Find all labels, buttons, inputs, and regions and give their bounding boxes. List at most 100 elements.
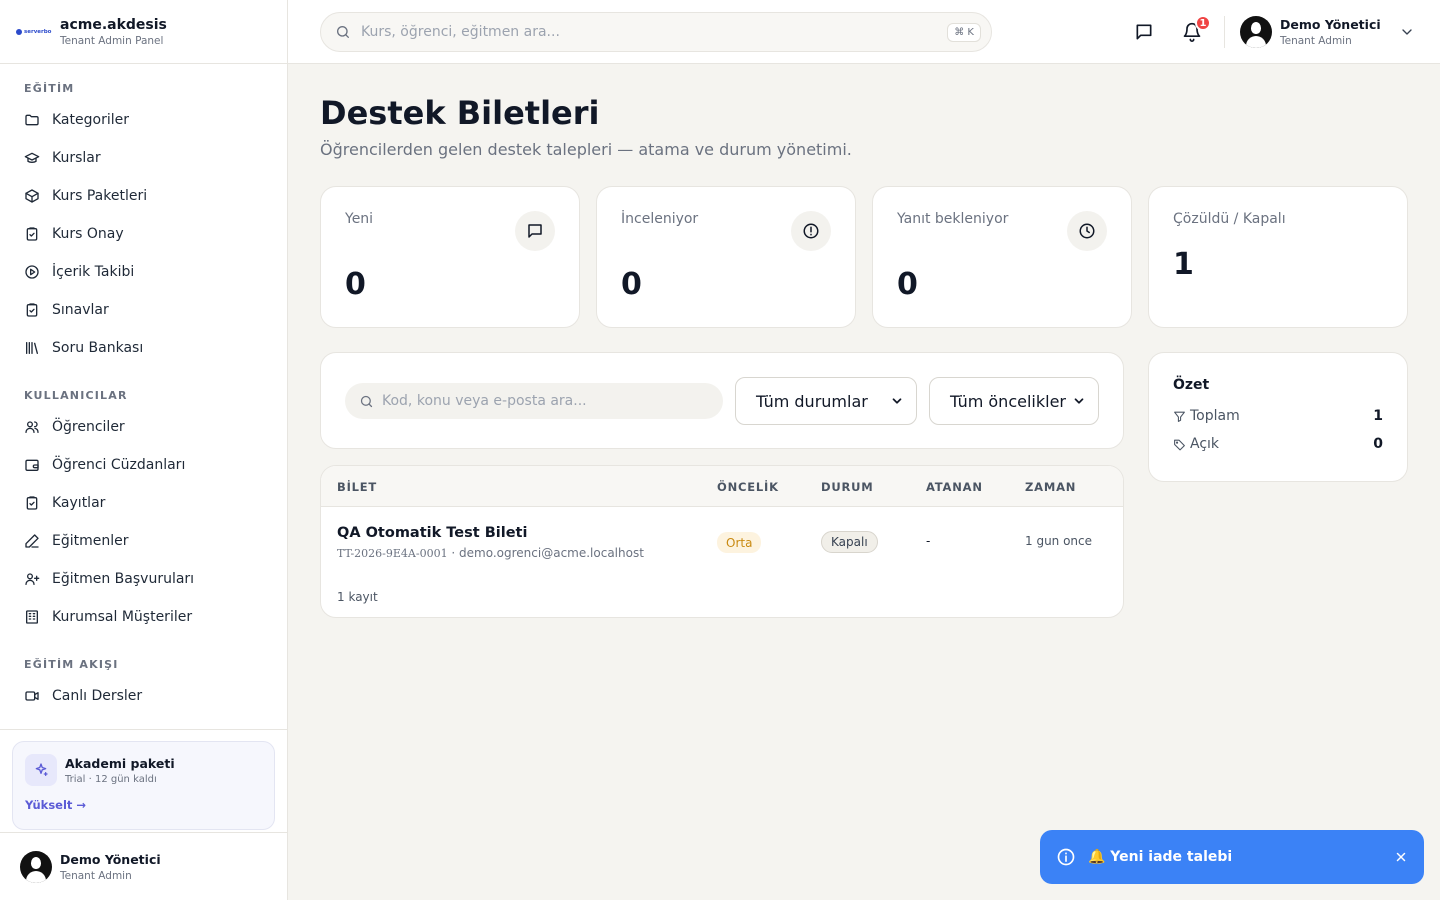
logo-mark — [16, 28, 22, 35]
sidebar-item-label: Öğrenci Cüzdanları — [52, 457, 186, 473]
sidebar: serverbo acme.akdesis Tenant Admin Panel… — [0, 0, 288, 900]
ticket-title[interactable]: QA Otomatik Test Bileti — [337, 525, 527, 541]
summary-label: Toplam — [1190, 408, 1240, 424]
status-badge: Kapalı — [821, 531, 878, 553]
user-name: Demo Yönetici — [60, 851, 161, 867]
topbar: Kurs, öğrenci, eğitmen ara... ⌘ K 1 Demo… — [288, 0, 1440, 64]
divider — [0, 729, 287, 730]
notification-toast: 🔔 Yeni iade talebi — [1040, 830, 1424, 884]
stat-card-resolved: Çözüldü / Kapalı 1 — [1148, 186, 1408, 328]
ticket-email: demo.ogrenci@acme.localhost — [459, 546, 644, 560]
stat-value: 0 — [621, 267, 642, 302]
filters-card: Kod, konu veya e-posta ara... Tüm duruml… — [320, 352, 1124, 449]
alert-circle-icon — [791, 211, 831, 251]
video-icon — [24, 688, 40, 704]
summary-card: Özet Toplam 1 Açık 0 — [1148, 352, 1408, 482]
messages-button[interactable] — [1132, 20, 1156, 44]
filter-icon — [1173, 410, 1186, 423]
sidebar-item-kategoriler[interactable]: Kategoriler — [12, 101, 275, 139]
summary-title: Özet — [1173, 377, 1210, 393]
notification-badge: 1 — [1195, 15, 1211, 31]
ticket-meta: TT-2026-9E4A-0001 · demo.ogrenci@acme.lo… — [337, 546, 644, 560]
wallet-icon — [24, 457, 40, 473]
brand: serverbo acme.akdesis Tenant Admin Panel — [0, 0, 287, 64]
message-square-icon — [515, 211, 555, 251]
user-menu[interactable]: Demo Yönetici Tenant Admin — [1240, 16, 1415, 48]
sidebar-item-label: Soru Bankası — [52, 340, 144, 356]
column-header: BİLET — [337, 480, 378, 494]
priority-select[interactable]: Tüm öncelikler — [929, 377, 1099, 425]
sidebar-item-sinavlar[interactable]: Sınavlar — [12, 291, 275, 329]
global-search[interactable]: Kurs, öğrenci, eğitmen ara... ⌘ K — [320, 12, 992, 52]
ticket-code: TT-2026-9E4A-0001 — [337, 547, 448, 560]
play-circle-icon — [24, 264, 40, 280]
notifications-button[interactable]: 1 — [1180, 15, 1211, 44]
sidebar-item-kayitlar[interactable]: Kayıtlar — [12, 484, 275, 522]
message-square-icon — [1134, 22, 1154, 42]
stat-card-awaiting: Yanıt bekleniyor 0 — [872, 186, 1132, 328]
stat-label: Çözüldü / Kapalı — [1173, 211, 1286, 227]
sidebar-item-kurs-paketleri[interactable]: Kurs Paketleri — [12, 177, 275, 215]
sidebar-item-icerik-takibi[interactable]: İçerik Takibi — [12, 253, 275, 291]
sidebar-item-ogrenciler[interactable]: Öğrenciler — [12, 408, 275, 446]
shortcut-hint: ⌘ K — [947, 22, 981, 42]
folder-icon — [24, 112, 40, 128]
summary-value: 0 — [1373, 436, 1383, 452]
clipboard-check-icon — [24, 302, 40, 318]
user-name: Demo Yönetici — [1280, 17, 1381, 32]
sidebar-item-kurumsal-musteriler[interactable]: Kurumsal Müşteriler — [12, 598, 275, 636]
page-title: Destek Biletleri — [320, 94, 600, 132]
tag-icon — [1173, 438, 1186, 451]
sidebar-item-label: Öğrenciler — [52, 419, 125, 435]
info-icon — [1056, 847, 1076, 867]
record-count: 1 kayıt — [337, 590, 378, 604]
avatar — [20, 850, 52, 883]
sidebar-item-label: Kurs Onay — [52, 226, 124, 242]
status-select[interactable]: Tüm durumlar — [735, 377, 917, 425]
logo-text: serverbo — [24, 28, 52, 35]
upgrade-link[interactable]: Yükselt → — [25, 798, 262, 812]
divider — [1224, 16, 1225, 48]
graduation-cap-icon — [24, 150, 40, 166]
sidebar-item-soru-bankasi[interactable]: Soru Bankası — [12, 329, 275, 367]
search-icon — [335, 24, 351, 40]
sidebar-item-canli-dersler[interactable]: Canlı Dersler — [12, 677, 275, 715]
stat-value: 1 — [1173, 247, 1194, 282]
sidebar-user[interactable]: Demo Yönetici Tenant Admin — [0, 832, 287, 900]
stat-card-in-review: İnceleniyor 0 — [596, 186, 856, 328]
nav-section-kullanicilar: KULLANICILAR — [24, 389, 128, 402]
users-icon — [24, 419, 40, 435]
sidebar-item-egitmenler[interactable]: Eğitmenler — [12, 522, 275, 560]
avatar — [1240, 16, 1272, 48]
sidebar-item-kurs-onay[interactable]: Kurs Onay — [12, 215, 275, 253]
sidebar-nav: EĞİTİM Kategoriler Kurslar Kurs Paketler… — [0, 64, 287, 729]
sidebar-item-label: İçerik Takibi — [52, 264, 135, 280]
tickets-table: BİLET ÖNCELİK DURUM ATANAN ZAMAN QA Otom… — [320, 465, 1124, 618]
ticket-search[interactable]: Kod, konu veya e-posta ara... — [345, 383, 723, 419]
close-icon[interactable] — [1394, 850, 1408, 864]
stat-value: 0 — [897, 267, 918, 302]
sidebar-item-label: Kurslar — [52, 150, 101, 166]
chevron-down-icon — [1399, 24, 1415, 40]
sidebar-item-kurslar[interactable]: Kurslar — [12, 139, 275, 177]
column-header: ATANAN — [926, 480, 983, 494]
user-plus-icon — [24, 571, 40, 587]
summary-label: Açık — [1190, 436, 1220, 452]
sidebar-item-label: Eğitmenler — [52, 533, 129, 549]
nav-section-egitim: EĞİTİM — [24, 82, 75, 95]
search-input[interactable]: Kurs, öğrenci, eğitmen ara... — [361, 24, 947, 40]
summary-value: 1 — [1373, 408, 1383, 424]
sidebar-item-label: Kurs Paketleri — [52, 188, 148, 204]
tenant-name: acme.akdesis — [60, 16, 167, 33]
table-header: BİLET ÖNCELİK DURUM ATANAN ZAMAN — [321, 466, 1123, 507]
plan-title: Akademi paketi — [65, 755, 175, 771]
clipboard-check-icon — [24, 495, 40, 511]
plan-card: Akademi paketi Trial · 12 gün kaldı Yüks… — [12, 741, 275, 830]
ticket-time: 1 gun once — [1025, 534, 1093, 548]
ticket-assignee: - — [926, 534, 931, 548]
sidebar-item-ogrenci-cuzdanlari[interactable]: Öğrenci Cüzdanları — [12, 446, 275, 484]
search-input[interactable]: Kod, konu veya e-posta ara... — [382, 393, 587, 409]
sidebar-item-label: Sınavlar — [52, 302, 109, 318]
table-row[interactable]: QA Otomatik Test Bileti TT-2026-9E4A-000… — [321, 507, 1123, 577]
sidebar-item-egitmen-basvurulari[interactable]: Eğitmen Başvuruları — [12, 560, 275, 598]
